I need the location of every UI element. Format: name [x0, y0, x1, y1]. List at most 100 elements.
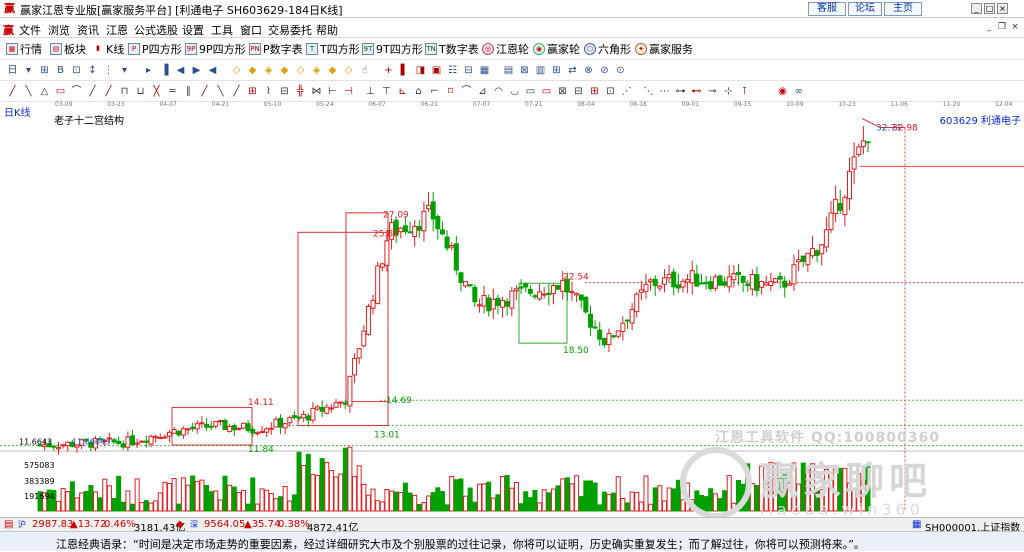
toolbar-kline-button[interactable]: ▮ K线 — [92, 42, 124, 56]
drawing-tool-icon[interactable]: ∥ — [182, 85, 195, 98]
scale-icon[interactable]: ↕ — [86, 64, 99, 77]
menu-news[interactable]: 资讯 — [77, 22, 99, 38]
settings-icon[interactable]: ⊙ — [614, 64, 627, 77]
toolbar-service-button[interactable]: ✦ 赢家服务 — [635, 42, 693, 56]
frame-icon[interactable]: ⊡ — [70, 64, 83, 77]
minimize-icon[interactable]: _ — [971, 3, 982, 14]
close-icon[interactable]: × — [997, 3, 1008, 14]
table-icon[interactable]: ▤ — [502, 64, 515, 77]
forward-icon[interactable]: ▶ — [190, 64, 203, 77]
drawing-tool-icon[interactable]: ⊔ — [134, 85, 147, 98]
drawing-tool-icon[interactable]: ╱ — [230, 85, 243, 98]
forum-link[interactable]: 论坛 — [848, 2, 882, 16]
dropdown-icon[interactable]: ▾ — [118, 64, 131, 77]
drawing-tool-icon[interactable]: ╲ — [22, 85, 35, 98]
diamond-icon[interactable]: ◇ — [342, 64, 355, 77]
drawing-tool-icon[interactable]: ═ — [166, 85, 179, 98]
drawing-tool-icon[interactable]: △ — [38, 85, 51, 98]
toolbar-quotes-button[interactable]: ▦ 行情 — [6, 42, 42, 56]
drawing-tool-icon[interactable]: ⌇ — [262, 85, 275, 98]
hand-icon[interactable]: ☝ — [358, 64, 371, 77]
drawing-tool-icon[interactable]: ╲ — [214, 85, 227, 98]
table-icon[interactable]: ▦ — [478, 64, 491, 77]
back-icon[interactable]: ◀ — [174, 64, 187, 77]
drawing-tool-icon[interactable]: ⊸ — [706, 85, 719, 98]
day-select-icon[interactable]: 日 — [6, 64, 19, 77]
table-icon[interactable]: ⊠ — [518, 64, 531, 77]
bold-icon[interactable]: B — [54, 64, 67, 77]
diamond-icon[interactable]: ◆ — [278, 64, 291, 77]
drawing-tool-icon[interactable]: ╱ — [86, 85, 99, 98]
drawing-tool-icon[interactable]: ⋈ — [310, 85, 323, 98]
settings-icon[interactable]: ⊗ — [582, 64, 595, 77]
drawing-tool-icon[interactable]: ⊢ — [326, 85, 339, 98]
drawing-tool-icon[interactable]: ⊿ — [476, 85, 489, 98]
maximize-icon[interactable]: □ — [984, 3, 995, 14]
drawing-tool-icon[interactable]: ⊓ — [118, 85, 131, 98]
drawing-tool-icon[interactable]: ⌒ — [460, 85, 473, 98]
crosshair-icon[interactable]: + — [382, 64, 395, 77]
toolbar-9t-square-button[interactable]: 9T 9T四方形 — [362, 42, 423, 56]
menu-browse[interactable]: 浏览 — [48, 22, 70, 38]
drawing-tool-icon[interactable]: ⊤ — [380, 85, 393, 98]
menu-settings[interactable]: 设置 — [182, 22, 204, 38]
drawing-tool-icon[interactable]: ╳ — [150, 85, 163, 98]
menu-window[interactable]: 窗口 — [240, 22, 262, 38]
toolbar-9p-square-button[interactable]: 9P 9P四方形 — [185, 42, 246, 56]
drawing-tool-icon[interactable]: ⋯ — [658, 85, 671, 98]
toolbar-gann-wheel-button[interactable]: ◎ 江恩轮 — [482, 42, 529, 56]
toolbar-t-table-button[interactable]: TN T数字表 — [425, 42, 479, 56]
toolbar-t-square-button[interactable]: T T四方形 — [306, 42, 360, 56]
drawing-tool-icon[interactable]: ⊶ — [674, 85, 687, 98]
swap-icon[interactable]: ⇄ — [566, 64, 579, 77]
drawing-tool-icon[interactable]: ╱ — [6, 85, 19, 98]
menu-formula-select[interactable]: 公式选股 — [134, 22, 178, 38]
diamond-icon[interactable]: ◈ — [310, 64, 323, 77]
calc-icon[interactable]: ⊟ — [462, 64, 475, 77]
drawing-tool-icon[interactable]: ⊟ — [278, 85, 291, 98]
toolbar-p-table-button[interactable]: PN P数字表 — [249, 42, 303, 56]
more-icon[interactable]: ⋮ — [102, 64, 115, 77]
toolbar-winner-wheel-button[interactable]: ◉ 赢家轮 — [533, 42, 580, 56]
menu-help[interactable]: 帮助 — [316, 22, 338, 38]
diamond-icon[interactable]: ◈ — [262, 64, 275, 77]
drawing-tool-icon[interactable]: ⊞ — [588, 85, 601, 98]
drawing-tool-icon[interactable]: ⌒ — [70, 85, 83, 98]
bar-icon[interactable]: ▐ — [158, 64, 171, 77]
customer-service-link[interactable]: 客服 — [808, 2, 846, 16]
drawing-tool-icon[interactable]: ╬ — [294, 85, 307, 98]
drawing-tool-icon[interactable]: ╱ — [102, 85, 115, 98]
drawing-tool-icon[interactable]: ╱ — [198, 85, 211, 98]
child-minimize-icon[interactable]: _ — [984, 22, 994, 32]
drawing-tool-icon[interactable]: ⌑ — [444, 85, 457, 98]
record-icon[interactable]: ◉ — [776, 85, 789, 98]
drawing-tool-icon[interactable]: ▭ — [540, 85, 553, 98]
zoom-out-icon[interactable]: ▣ — [430, 64, 443, 77]
table-icon[interactable]: ⊞ — [550, 64, 563, 77]
drawing-tool-icon[interactable]: ◠ — [492, 85, 505, 98]
toolbar-p-square-button[interactable]: P P四方形 — [128, 42, 182, 56]
settings-icon[interactable]: ⊘ — [598, 64, 611, 77]
drawing-tool-icon[interactable]: ⌂ — [412, 85, 425, 98]
prev-icon[interactable]: ◀ — [206, 64, 219, 77]
table-icon[interactable]: ▥ — [534, 64, 547, 77]
drawing-tool-icon[interactable]: ⊷ — [690, 85, 703, 98]
drawing-tool-icon[interactable]: ⋱ — [642, 85, 655, 98]
drawing-tool-icon[interactable]: ⊠ — [556, 85, 569, 98]
diamond-icon[interactable]: ◆ — [246, 64, 259, 77]
diamond-icon[interactable]: ◇ — [294, 64, 307, 77]
infinity-icon[interactable]: ∞ — [792, 85, 805, 98]
drawing-tool-icon[interactable]: ⊹ — [722, 85, 735, 98]
drawing-tool-icon[interactable]: ▭ — [54, 85, 67, 98]
child-restore-icon[interactable]: ❐ — [997, 22, 1007, 32]
drawing-tool-icon[interactable]: ⊥ — [364, 85, 377, 98]
drawing-tool-icon[interactable]: ▭ — [524, 85, 537, 98]
dropdown-icon[interactable]: ▾ — [22, 64, 35, 77]
list-icon[interactable]: ☷ — [446, 64, 459, 77]
diamond-icon[interactable]: ◇ — [230, 64, 243, 77]
drawing-tool-icon[interactable]: ⌐ — [428, 85, 441, 98]
toolbar-blocks-button[interactable]: ▤ 板块 — [50, 42, 86, 56]
zoom-in-icon[interactable]: ◨ — [414, 64, 427, 77]
child-close-icon[interactable]: × — [1010, 22, 1020, 32]
drawing-tool-icon[interactable]: ⊾ — [396, 85, 409, 98]
